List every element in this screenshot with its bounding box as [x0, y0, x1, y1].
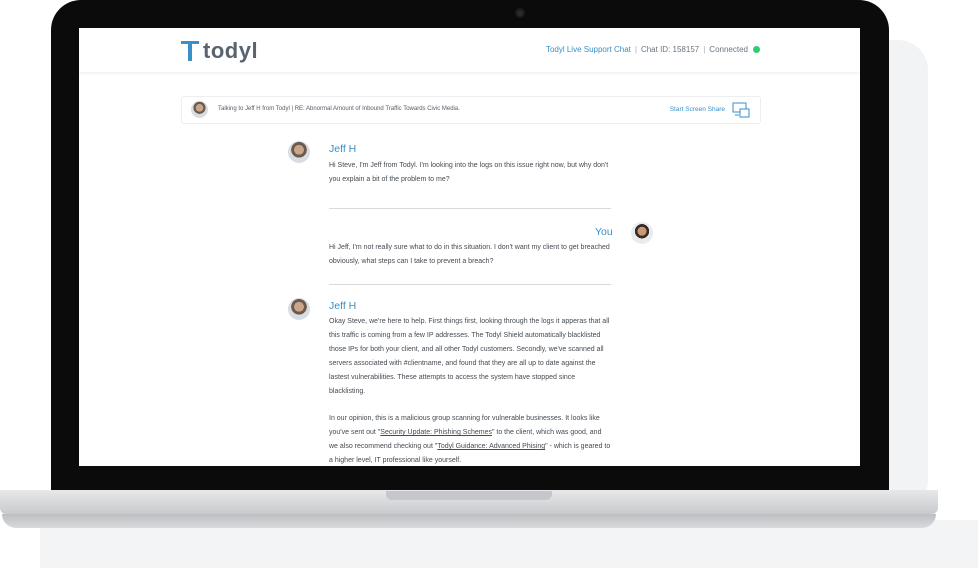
- screen-share-icon[interactable]: [732, 102, 750, 118]
- message-text: Okay Steve, we're here to help. First th…: [329, 315, 611, 466]
- message-author: You: [595, 226, 613, 238]
- todyl-logo-icon: [181, 41, 199, 61]
- article-link[interactable]: Todyl Guidance: Advanced Phising: [437, 443, 545, 450]
- logo-text: todyl: [203, 38, 259, 63]
- laptop-base-lip: [2, 514, 936, 528]
- conversation-topic-bar: Talking to Jeff H from Todyl | RE: Abnor…: [181, 96, 761, 124]
- separator: |: [703, 45, 706, 54]
- article-link[interactable]: Security Update: Phishing Schemes: [380, 429, 492, 436]
- connected-indicator-icon: [753, 46, 760, 53]
- agent-avatar: [191, 101, 208, 118]
- message-author: Jeff H: [329, 300, 357, 312]
- app-screen: todyl Todyl Live Support Chat | Chat ID:…: [79, 28, 860, 466]
- topic-text: Talking to Jeff H from Todyl | RE: Abnor…: [218, 106, 460, 112]
- app-header: todyl Todyl Live Support Chat | Chat ID:…: [79, 28, 860, 72]
- agent-avatar: [288, 298, 310, 320]
- message-divider: [329, 284, 611, 285]
- agent-avatar: [288, 141, 310, 163]
- message-divider: [329, 208, 611, 209]
- separator: |: [634, 45, 637, 54]
- start-screen-share-button[interactable]: Start Screen Share: [670, 106, 725, 113]
- message-author: Jeff H: [329, 143, 357, 155]
- chat-id: Chat ID: 158157: [640, 45, 700, 54]
- message-text: Hi Jeff, I'm not really sure what to do …: [329, 241, 614, 269]
- laptop-scene: todyl Todyl Live Support Chat | Chat ID:…: [0, 0, 978, 568]
- message-text: Hi Steve, I'm Jeff from Todyl. I'm looki…: [329, 159, 614, 187]
- message-paragraph: Hi Jeff, I'm not really sure what to do …: [329, 244, 610, 265]
- webcam-icon: [515, 8, 525, 18]
- chat-status-bar: Todyl Live Support Chat | Chat ID: 15815…: [546, 45, 760, 54]
- user-avatar: [631, 222, 653, 244]
- message-paragraph: In our opinion, this is a malicious grou…: [329, 412, 611, 466]
- todyl-logo[interactable]: todyl: [181, 38, 258, 64]
- message-paragraph: Okay Steve, we're here to help. First th…: [329, 318, 610, 395]
- connection-status: Connected: [709, 45, 748, 54]
- laptop-notch: [386, 491, 552, 500]
- live-chat-label: Todyl Live Support Chat: [545, 45, 631, 54]
- message-paragraph: Hi Steve, I'm Jeff from Todyl. I'm looki…: [329, 162, 609, 183]
